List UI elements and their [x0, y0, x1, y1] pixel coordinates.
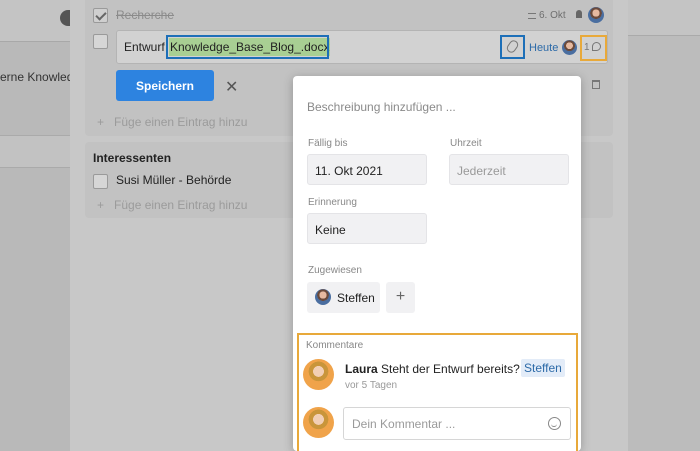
add-assignee-button[interactable]: +: [386, 282, 415, 313]
reminder-label: Erinnerung: [308, 197, 357, 208]
emoji-icon[interactable]: [548, 417, 561, 430]
time-field[interactable]: Jederzeit: [449, 154, 569, 185]
comment-time: vor 5 Tagen: [345, 380, 398, 391]
interessenten-item-checkbox[interactable]: [93, 174, 108, 189]
time-label: Uhrzeit: [450, 138, 482, 149]
bell-icon[interactable]: [576, 10, 582, 18]
interessenten-item-label[interactable]: Susi Müller - Behörde: [116, 173, 231, 187]
assignee-avatar: [315, 289, 331, 305]
reminder-field[interactable]: Keine: [307, 213, 427, 244]
save-button[interactable]: Speichern: [116, 70, 214, 101]
add-entry-link-interessenten[interactable]: + Füge einen Eintrag hinzu: [97, 198, 247, 212]
comment-author-avatar: [303, 359, 334, 390]
due-date-field[interactable]: 11. Okt 2021: [307, 154, 427, 185]
background-text: erne Knowled: [0, 70, 74, 84]
interessenten-title: Interessenten: [93, 151, 172, 165]
comment-text: Steht der Entwurf bereits?: [381, 362, 520, 376]
done-item-assignee-avatar: [588, 7, 604, 23]
assigned-label: Zugewiesen: [308, 265, 362, 276]
background-header-right: [628, 0, 700, 36]
background-band: [0, 135, 70, 168]
background-header: [0, 0, 70, 42]
background-left-pane: erne Knowled: [0, 0, 74, 451]
cancel-icon[interactable]: ✕: [225, 77, 238, 97]
assignee-name: Steffen: [337, 291, 375, 305]
done-item-label[interactable]: Recherche: [116, 8, 174, 22]
due-date-link[interactable]: Heute: [529, 42, 558, 54]
comments-title: Kommentare: [306, 340, 364, 351]
edit-item-assignee-avatar[interactable]: [562, 40, 577, 55]
comment-input[interactable]: [343, 407, 571, 440]
selection-highlight-frame: [166, 35, 329, 59]
current-user-avatar: [303, 407, 334, 438]
description-input[interactable]: Beschreibung hinzufügen ...: [307, 100, 456, 114]
comment-bubble-icon[interactable]: [592, 42, 601, 51]
done-item-checkbox[interactable]: [93, 8, 108, 23]
comment-author: Laura: [345, 362, 378, 376]
add-entry-link[interactable]: + Füge einen Eintrag hinzu: [97, 115, 247, 129]
comment-mention[interactable]: Steffen: [521, 359, 565, 377]
trash-icon[interactable]: [592, 80, 600, 89]
background-button: [60, 10, 70, 26]
due-date-label: Fällig bis: [308, 138, 348, 149]
comment-count[interactable]: 1: [584, 42, 590, 53]
background-right-pane: [628, 0, 700, 451]
edit-item-prefix[interactable]: Entwurf: [124, 40, 165, 54]
description-icon: [528, 13, 536, 19]
done-item-date: 6. Okt: [528, 10, 566, 21]
edit-item-checkbox[interactable]: [93, 34, 108, 49]
